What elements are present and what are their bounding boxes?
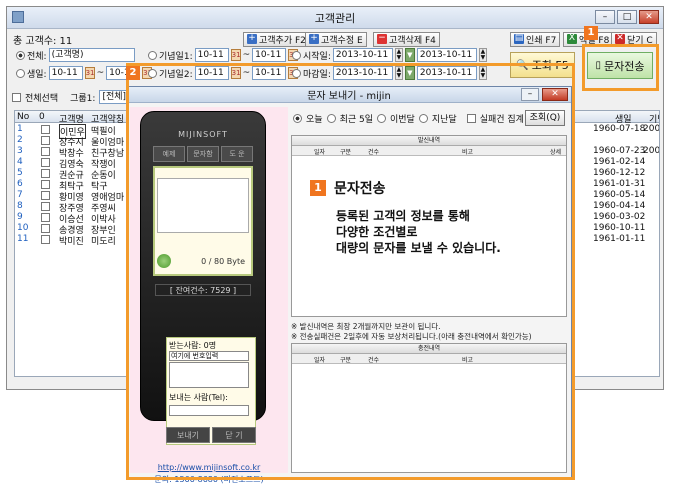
all-search-field[interactable]: (고객명) [48, 48, 135, 62]
start-date-to[interactable]: 2013-10-11 [416, 48, 477, 62]
callout-line-3: 대량의 문자를 보낼 수 있습니다. [336, 241, 501, 255]
customer-nickname: 미도리 [91, 237, 116, 247]
row-number: 8 [17, 201, 23, 211]
callout-line-2: 다양한 조건별로 [336, 225, 418, 239]
row-number: 7 [17, 190, 23, 200]
main-title: 고객관리 [314, 11, 356, 25]
close-window-button[interactable]: ✕ [639, 10, 659, 24]
select-all-checkbox[interactable] [12, 92, 21, 102]
row-number: 1 [17, 124, 23, 134]
row-checkbox[interactable] [41, 158, 50, 167]
row-checkbox[interactable] [41, 235, 50, 244]
customer-birthday: 1960-03-02 [593, 212, 646, 222]
row-checkbox[interactable] [41, 180, 50, 189]
step-badge-1: 1 [584, 26, 598, 40]
customer-birthday: 1961-01-31 [593, 179, 646, 189]
step-badge-2: 2 [126, 66, 140, 80]
plus-icon: + [309, 33, 319, 44]
main-title-bar: 고객관리 – □ ✕ [7, 7, 663, 29]
customer-birthday: 1961-02-14 [593, 157, 646, 167]
customer-birthday: 1960-10-11 [593, 223, 646, 233]
dropdown-icon[interactable]: ▼ [404, 48, 415, 62]
minus-icon: − [377, 33, 387, 44]
printer-icon: ▤ [514, 33, 524, 44]
row-checkbox[interactable] [41, 136, 50, 145]
all-radio[interactable] [16, 50, 25, 60]
highlight-frame-send [582, 44, 659, 91]
row-checkbox[interactable] [41, 191, 50, 200]
customer-birthday: 1960-07-18 [593, 124, 646, 134]
customer-birthday: 1960-04-14 [593, 201, 646, 211]
spin-icon[interactable]: ▲ ▼ [394, 48, 403, 62]
row-checkbox[interactable] [41, 169, 50, 178]
row-number: 6 [17, 179, 23, 189]
plus-icon: + [247, 33, 257, 44]
feature-callout: 1 문자전송 등록된 고객의 정보를 통해 다양한 조건별로 대량의 문자를 보… [310, 178, 501, 255]
start-date-from[interactable]: 2013-10-11 [332, 48, 393, 62]
row-checkbox[interactable] [41, 202, 50, 211]
row-checkbox[interactable] [41, 224, 50, 233]
row-number: 2 [17, 135, 23, 145]
minimize-button[interactable]: – [595, 10, 615, 24]
close-icon: ✕ [615, 33, 625, 44]
customer-name: 박미진 [59, 237, 84, 247]
row-checkbox[interactable] [41, 125, 50, 134]
row-number: 5 [17, 168, 23, 178]
selection-row: 전체선택 그룹1: [전체] [12, 90, 130, 104]
callout-number: 1 [310, 180, 326, 196]
callout-line-1: 등록된 고객의 정보를 통해 [336, 209, 470, 223]
row-checkbox[interactable] [41, 147, 50, 156]
anniv1-from[interactable]: 10-11 [194, 48, 229, 62]
group-select[interactable]: [전체] [99, 90, 130, 104]
app-icon [12, 11, 24, 23]
customer-birthday: 1961-01-11 [593, 234, 646, 244]
calendar-icon[interactable]: 31 [84, 67, 95, 79]
excel-icon: X [567, 33, 577, 44]
customer-anniversary: 2008- [643, 124, 660, 134]
highlight-frame-popup [126, 63, 575, 480]
customer-birthday: 1960-07-23 [593, 146, 646, 156]
row-checkbox[interactable] [41, 213, 50, 222]
anniv1-radio[interactable] [148, 50, 157, 60]
customer-birthday: 1960-05-14 [593, 190, 646, 200]
anniv1-to[interactable]: 10-11 [252, 48, 287, 62]
birthday-radio[interactable] [16, 68, 25, 78]
calendar-icon[interactable]: 31 [230, 49, 241, 61]
row-number: 9 [17, 212, 23, 222]
row-number: 11 [17, 234, 29, 244]
row-number: 3 [17, 146, 23, 156]
row-number: 4 [17, 157, 23, 167]
spin-icon[interactable]: ▲ ▼ [478, 48, 487, 62]
callout-title: 문자전송 [334, 181, 386, 197]
customer-birthday: 1960-12-12 [593, 168, 646, 178]
customer-anniversary: 2008- [643, 146, 660, 156]
maximize-button[interactable]: □ [617, 10, 637, 24]
birthday-from[interactable]: 10-11 [48, 66, 83, 80]
start-date-radio[interactable] [292, 50, 301, 60]
row-number: 10 [17, 223, 29, 233]
